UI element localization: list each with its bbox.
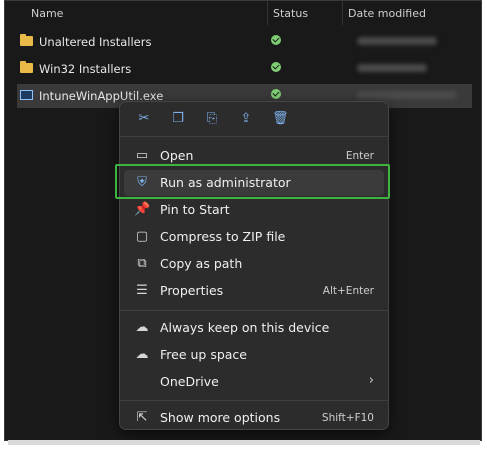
- file-row[interactable]: Unaltered Installers: [17, 30, 472, 54]
- sync-status-icon: [271, 35, 281, 45]
- menu-item-compress-to-zip[interactable]: ▢ Compress to ZIP file: [124, 224, 384, 250]
- date-value-blurred: [357, 91, 457, 99]
- properties-icon: ☰: [136, 283, 148, 298]
- keep-sync-icon: ☁: [135, 320, 149, 335]
- zip-icon: ▢: [135, 229, 149, 244]
- menu-item-shortcut: Enter: [345, 150, 374, 162]
- file-explorer-window: Name Status Date modified Unaltered Inst…: [4, 0, 482, 441]
- menu-item-label: Copy as path: [160, 256, 243, 271]
- menu-divider: [120, 400, 388, 401]
- exe-file-icon: [20, 90, 33, 100]
- date-value-blurred: [357, 37, 437, 45]
- highlight-annotation-box: [115, 164, 390, 199]
- delete-icon[interactable]: 🗑: [272, 111, 289, 127]
- menu-item-label: Pin to Start: [160, 202, 230, 217]
- frame-shadow: [8, 440, 480, 445]
- pin-icon: 📌: [134, 202, 151, 217]
- column-name[interactable]: Name: [31, 7, 63, 20]
- menu-item-label: Free up space: [160, 347, 247, 362]
- menu-item-onedrive[interactable]: OneDrive ›: [124, 369, 384, 395]
- date-value-blurred: [357, 64, 427, 72]
- more-options-icon: ⇱: [136, 410, 148, 425]
- menu-item-always-keep-on-device[interactable]: ☁ Always keep on this device: [124, 315, 384, 341]
- cut-icon[interactable]: ✂: [136, 111, 152, 127]
- menu-item-label: Show more options: [160, 410, 281, 425]
- chevron-right-icon: ›: [368, 373, 374, 388]
- menu-divider: [120, 310, 388, 311]
- menu-item-properties[interactable]: ☰ Properties Alt+Enter: [124, 278, 384, 304]
- copy-icon[interactable]: ❐: [170, 111, 186, 127]
- menu-item-show-more-options[interactable]: ⇱ Show more options Shift+F10: [124, 405, 384, 431]
- column-status[interactable]: Status: [273, 7, 308, 20]
- menu-item-pin-to-start[interactable]: 📌 Pin to Start: [124, 197, 384, 223]
- column-separator[interactable]: [342, 1, 343, 25]
- context-menu-toolbar: ✂ ❐ ⎘ ⇪ 🗑: [120, 102, 388, 136]
- column-separator[interactable]: [267, 1, 268, 25]
- context-menu: ✂ ❐ ⎘ ⇪ 🗑 ▭ Open Enter ⛨ Run as administ…: [119, 101, 389, 430]
- cloud-icon: ☁: [135, 347, 149, 362]
- menu-item-label: OneDrive: [160, 374, 219, 389]
- menu-item-label: Properties: [160, 283, 224, 298]
- menu-item-shortcut: Alt+Enter: [322, 285, 374, 297]
- rename-icon[interactable]: ⎘: [204, 111, 220, 127]
- column-header: Name Status Date modified: [5, 1, 481, 25]
- share-icon[interactable]: ⇪: [238, 111, 254, 127]
- path-icon: ⧉: [137, 256, 147, 271]
- sync-status-icon: [271, 62, 281, 72]
- menu-item-free-up-space[interactable]: ☁ Free up space: [124, 342, 384, 368]
- column-date-modified[interactable]: Date modified: [348, 7, 426, 20]
- window-icon: ▭: [135, 148, 149, 163]
- file-row[interactable]: Win32 Installers: [17, 57, 472, 81]
- file-name: Unaltered Installers: [39, 35, 152, 49]
- menu-divider: [120, 136, 388, 137]
- menu-item-label: Open: [160, 148, 194, 163]
- folder-icon: [20, 61, 33, 73]
- menu-item-label: Compress to ZIP file: [160, 229, 286, 244]
- file-name: Win32 Installers: [39, 62, 132, 76]
- menu-item-copy-as-path[interactable]: ⧉ Copy as path: [124, 251, 384, 277]
- folder-icon: [20, 34, 33, 46]
- sync-status-icon: [271, 89, 281, 99]
- menu-item-label: Always keep on this device: [160, 320, 330, 335]
- menu-item-shortcut: Shift+F10: [321, 412, 374, 424]
